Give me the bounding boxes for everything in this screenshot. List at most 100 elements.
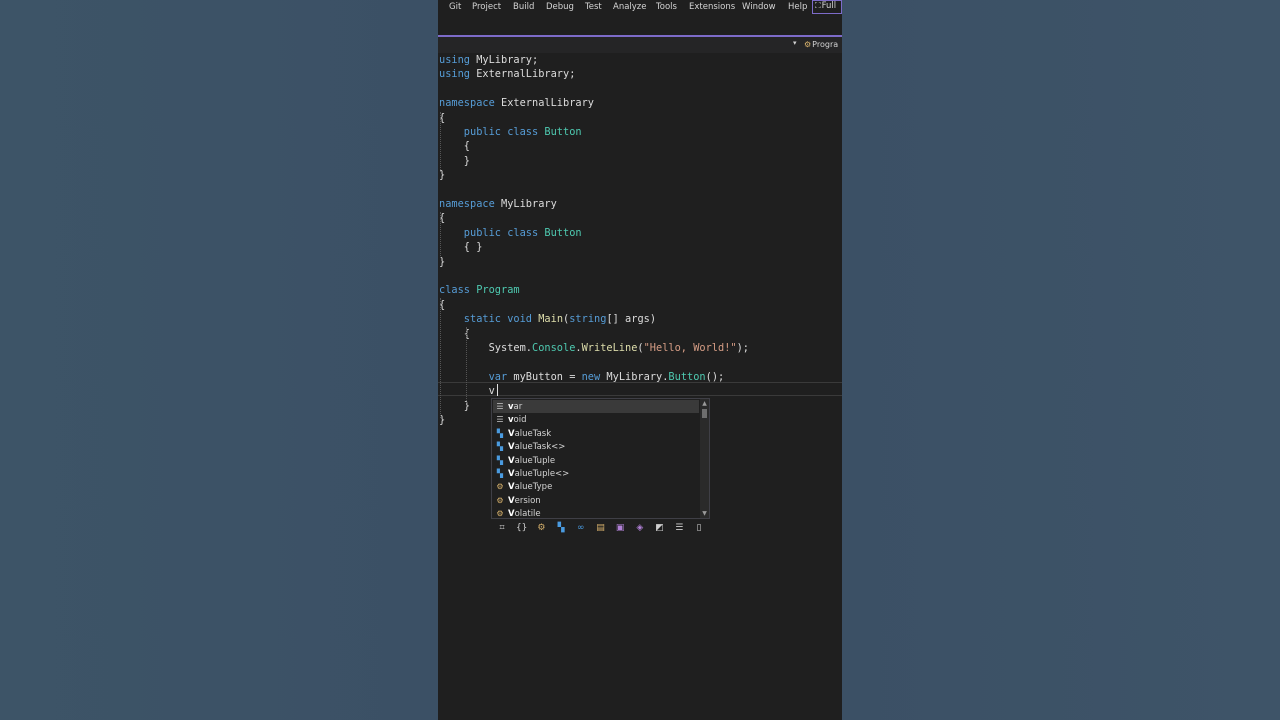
scroll-thumb[interactable] — [702, 409, 707, 418]
struct-icon: ▚ — [496, 442, 504, 452]
code-token: ); — [736, 342, 750, 354]
background-right — [842, 0, 1280, 720]
struct-icon: ▚ — [496, 469, 504, 478]
completion-item[interactable]: ▚ ValueTuple<> — [493, 467, 699, 480]
completion-filter-bar: ⌗ {} ⚙ ▚ ∞ ▤ ▣ ◈ ◩ ☰ ▯ — [491, 520, 710, 538]
filter-snippet-icon[interactable]: ◩ — [653, 523, 667, 533]
dropdown-arrow-icon[interactable]: ▾ — [793, 39, 797, 47]
menu-window[interactable]: Window — [742, 2, 776, 12]
code-line: class Program — [439, 283, 520, 297]
completion-item[interactable]: ▚ ValueTask<> — [493, 440, 699, 453]
code-token: { } — [439, 241, 483, 253]
code-token: using — [439, 54, 470, 66]
code-token: Main — [538, 313, 564, 325]
menu-test[interactable]: Test — [585, 2, 602, 12]
code-line: namespace MyLibrary — [439, 197, 557, 211]
class-icon: ⚙ — [496, 495, 504, 505]
completion-item[interactable]: ☰ var — [493, 400, 699, 413]
code-line: using ExternalLibrary; — [439, 67, 575, 81]
code-token: ExternalLibrary — [494, 97, 594, 109]
code-token: new — [581, 371, 601, 383]
filter-locals-icon[interactable]: ⌗ — [495, 523, 509, 533]
completion-item-label: ValueTask<> — [508, 442, 566, 453]
filter-class-icon[interactable]: ⚙ — [534, 523, 548, 533]
completion-item-label: Version — [508, 495, 541, 506]
indent-guide — [440, 212, 441, 258]
scope-dropdown[interactable]: ⚙Progra — [804, 40, 838, 49]
code-token: MyLibrary — [494, 198, 557, 210]
intellisense-completion-list[interactable]: ▲ ▼ ☰ var ☰ void ▚ ValueTask ▚ ValueTask<> ▚ Valu… — [491, 398, 710, 519]
completion-item[interactable]: ⚙ Version — [493, 494, 699, 507]
menu-project[interactable]: Project — [472, 2, 501, 12]
filter-struct-icon[interactable]: ▚ — [554, 523, 568, 533]
filter-namespace-icon[interactable]: {} — [515, 523, 529, 533]
menu-analyze[interactable]: Analyze — [613, 2, 647, 12]
code-token: myButton = — [507, 371, 582, 383]
completion-item-label: ValueTuple — [508, 455, 556, 466]
completion-item-label: ValueTask — [508, 428, 552, 439]
background-left — [0, 0, 438, 720]
completion-item-label: var — [508, 402, 523, 412]
class-icon: ⚙ — [496, 482, 504, 492]
code-token: } — [439, 155, 470, 167]
completion-item[interactable]: ⚙ Volatile — [493, 507, 699, 520]
code-line: public class Button — [439, 226, 582, 240]
code-token: static — [439, 313, 501, 325]
code-token: using — [439, 68, 470, 80]
toolbar-area — [438, 16, 842, 36]
menu-tools[interactable]: Tools — [656, 2, 677, 12]
code-token: string — [569, 313, 607, 325]
visual-studio-window: ⛶Full Git Project Build Debug Test Analyze Too… — [438, 0, 842, 720]
completion-item[interactable]: ▚ ValueTask — [493, 427, 699, 440]
completion-item[interactable]: ▚ ValueTuple — [493, 454, 699, 467]
navigation-bar: ▾ ⚙Progra — [438, 37, 842, 53]
menu-git[interactable]: Git — [449, 2, 461, 12]
filter-enum-icon[interactable]: ▤ — [594, 523, 608, 533]
menu-help[interactable]: Help — [788, 2, 807, 12]
code-token: MyLibrary. — [600, 371, 669, 383]
code-line: static void Main(string[] args) — [439, 312, 656, 326]
completion-item-label: void — [508, 415, 527, 426]
code-line: namespace ExternalLibrary — [439, 96, 594, 110]
code-token: public — [439, 126, 501, 138]
code-token: class — [439, 284, 470, 296]
code-line: } — [439, 154, 470, 168]
completion-scrollbar[interactable]: ▲ ▼ — [700, 399, 709, 518]
menu-debug[interactable]: Debug — [546, 2, 574, 12]
code-token: WriteLine — [581, 342, 638, 354]
code-token: "Hello, World!" — [643, 342, 737, 354]
filter-extension-icon[interactable]: ◈ — [633, 523, 647, 533]
filter-interface-icon[interactable]: ∞ — [574, 523, 588, 533]
scope-label: Progra — [812, 40, 839, 49]
code-token: Button — [544, 126, 582, 138]
full-screen-icon: ⛶ — [815, 1, 821, 10]
indent-guide — [440, 112, 441, 172]
struct-icon: ▚ — [496, 455, 504, 465]
menu-bar: ⛶Full Git Project Build Debug Test Analyze Too… — [438, 0, 842, 16]
completion-item-label: Volatile — [508, 509, 541, 520]
code-token: (); — [705, 371, 725, 383]
filter-target-typed-icon[interactable]: ▯ — [692, 523, 706, 533]
completion-item[interactable]: ⚙ ValueType — [493, 480, 699, 493]
filter-delegate-icon[interactable]: ▣ — [613, 523, 627, 533]
code-line: System.Console.WriteLine("Hello, World!"… — [439, 341, 749, 355]
full-screen-button[interactable]: ⛶Full — [812, 0, 842, 14]
code-token: ) — [649, 313, 657, 325]
scroll-up-icon[interactable]: ▲ — [700, 400, 709, 407]
completion-item[interactable]: ☰ void — [493, 413, 699, 426]
scroll-down-icon[interactable]: ▼ — [700, 510, 709, 517]
indent-guide — [440, 298, 441, 418]
code-line: var myButton = new MyLibrary.Button(); — [439, 370, 725, 384]
code-line: { } — [439, 240, 483, 254]
code-editor[interactable]: using MyLibrary; using ExternalLibrary; na… — [438, 53, 842, 720]
menu-build[interactable]: Build — [513, 2, 534, 12]
code-token: Program — [476, 284, 520, 296]
code-token: args — [625, 313, 650, 325]
menu-extensions[interactable]: Extensions — [689, 2, 735, 12]
class-icon: ⚙ — [496, 509, 504, 519]
code-token: ExternalLibrary; — [470, 68, 576, 80]
code-token: System. — [439, 342, 532, 354]
code-line: public class Button — [439, 125, 582, 139]
code-token: { — [439, 140, 470, 152]
filter-keyword-icon[interactable]: ☰ — [672, 523, 686, 533]
